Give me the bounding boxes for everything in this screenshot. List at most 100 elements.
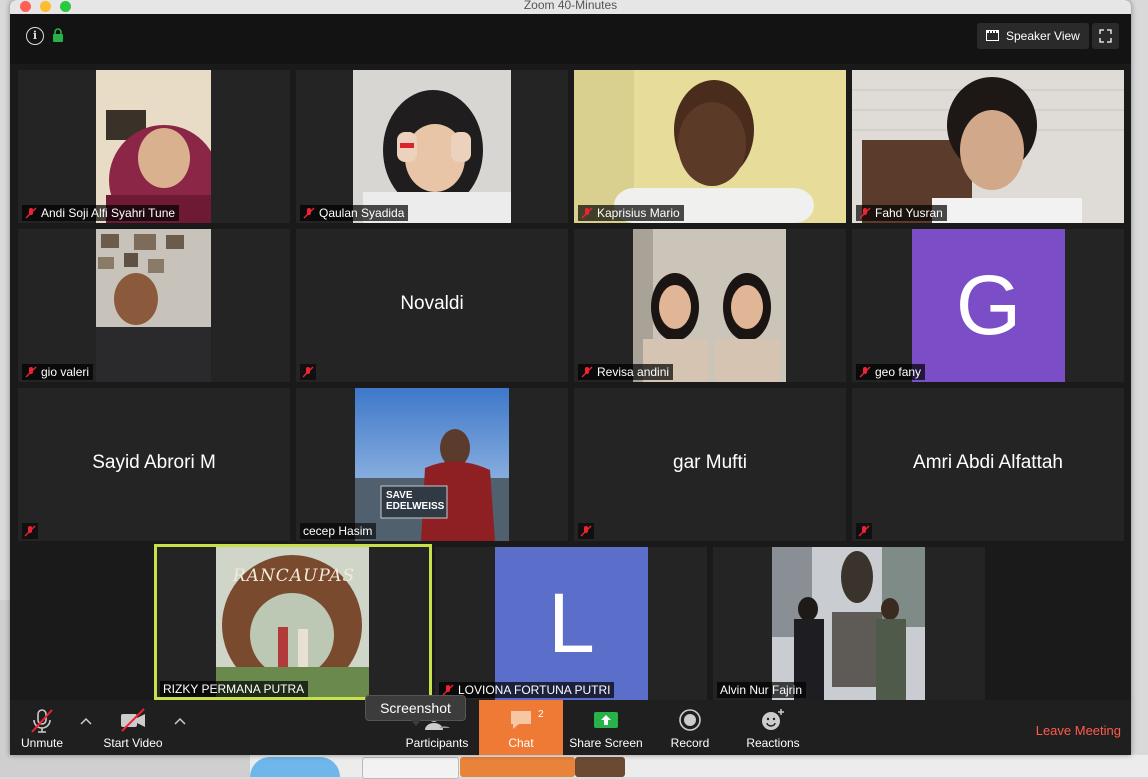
dock-app-icon[interactable]	[250, 757, 340, 777]
muted-indicator	[22, 523, 38, 539]
dock-app-icon[interactable]	[460, 757, 575, 777]
video-tile[interactable]: Kaprisius Mario	[574, 70, 846, 223]
participant-video	[96, 70, 211, 223]
speaker-view-label: Speaker View	[1006, 29, 1080, 43]
grid-view-icon	[986, 30, 999, 41]
video-tile[interactable]: Sayid Abrori M	[18, 388, 290, 541]
avatar: L	[495, 547, 648, 700]
meeting-info-icon[interactable]: i	[26, 27, 44, 45]
share-screen-button[interactable]: Share Screen	[566, 700, 646, 755]
arch-text: RANCAUPAS	[232, 566, 356, 586]
share-screen-label: Share Screen	[569, 736, 643, 750]
muted-mic-icon	[859, 207, 871, 219]
record-button[interactable]: Record	[660, 700, 720, 755]
meeting-controls-toolbar: Unmute Start Video 15 Participants 2	[10, 700, 1131, 755]
participant-name: gio valeri	[41, 365, 90, 379]
muted-indicator	[856, 523, 872, 539]
unmute-button[interactable]: Unmute	[16, 700, 68, 755]
video-tile[interactable]: gar Mufti	[574, 388, 846, 541]
video-tile-active-speaker[interactable]: RANCAUPAS RIZKY PERMANA PUTRA	[154, 544, 432, 700]
muted-mic-icon	[302, 366, 314, 378]
video-tile[interactable]: G geo fany	[852, 229, 1124, 382]
video-tile[interactable]: L LOVIONA FORTUNA PUTRI	[435, 547, 707, 700]
dock-app-icon[interactable]	[362, 757, 459, 779]
muted-mic-icon	[303, 207, 315, 219]
participant-name: cecep Hasim	[303, 524, 373, 538]
participant-name: RIZKY PERMANA PUTRA	[163, 682, 305, 696]
video-tile[interactable]: Alvin Nur Fajrin	[713, 547, 985, 700]
unmute-label: Unmute	[20, 736, 64, 750]
video-off-icon	[121, 708, 145, 732]
reactions-button[interactable]: Reactions	[740, 700, 806, 755]
fullscreen-button[interactable]	[1092, 23, 1119, 49]
participant-display-name: gar Mufti	[673, 452, 747, 473]
muted-indicator	[300, 364, 316, 380]
muted-mic-icon	[858, 525, 870, 537]
dock-app-icon[interactable]	[575, 757, 625, 777]
participant-name-tag: Fahd Yusran	[856, 205, 947, 221]
participant-display-name: Novaldi	[400, 293, 464, 314]
chat-button[interactable]: 2 Chat	[479, 700, 563, 755]
participant-name-tag: Revisa andini	[578, 364, 674, 380]
participant-name-tag: geo fany	[856, 364, 926, 380]
video-tile[interactable]: Amri Abdi Alfattah	[852, 388, 1124, 541]
muted-indicator	[578, 523, 594, 539]
participant-name: geo fany	[875, 365, 922, 379]
leave-meeting-button[interactable]: Leave Meeting	[1036, 723, 1121, 738]
participant-video	[633, 229, 786, 382]
chevron-up-icon[interactable]	[173, 716, 187, 726]
participant-video	[574, 70, 846, 223]
chat-label: Chat	[508, 736, 534, 750]
window-title: Zoom 40-Minutes	[523, 0, 618, 12]
participant-name-tag: RIZKY PERMANA PUTRA	[160, 681, 309, 697]
video-tile[interactable]: Andi Soji Alfi Syahri Tune	[18, 70, 290, 223]
muted-mic-icon	[859, 366, 871, 378]
chevron-up-icon[interactable]	[79, 716, 93, 726]
participant-name: Fahd Yusran	[875, 206, 943, 220]
lock-icon[interactable]	[52, 28, 64, 42]
chat-badge: 2	[538, 709, 544, 720]
participant-name: Qaulan Syadida	[319, 206, 405, 220]
record-icon	[679, 709, 701, 731]
muted-mic-icon	[580, 525, 592, 537]
participant-name-tag: Andi Soji Alfi Syahri Tune	[22, 205, 180, 221]
participant-name-tag: gio valeri	[22, 364, 94, 380]
participant-video	[353, 70, 511, 223]
start-video-button[interactable]: Start Video	[98, 700, 168, 755]
tooltip: Screenshot	[365, 695, 466, 726]
start-video-label: Start Video	[103, 736, 163, 750]
smiley-plus-icon	[762, 709, 784, 730]
participant-name: Andi Soji Alfi Syahri Tune	[41, 206, 176, 220]
participant-video	[772, 547, 925, 700]
muted-mic-icon	[25, 366, 37, 378]
video-tile[interactable]: gio valeri	[18, 229, 290, 382]
participant-name-tag: Alvin Nur Fajrin	[717, 682, 807, 698]
title-bar: Zoom 40-Minutes	[10, 0, 1131, 15]
muted-mic-icon	[31, 709, 53, 733]
video-tile[interactable]: Fahd Yusran	[852, 70, 1124, 223]
avatar: G	[912, 229, 1065, 382]
sign-text: SAVE EDELWEISS	[386, 490, 445, 512]
video-tile[interactable]: SAVE EDELWEISS cecep Hasim	[296, 388, 568, 541]
chat-bubble-icon	[511, 711, 531, 729]
video-tile[interactable]: Novaldi	[296, 229, 568, 382]
share-screen-icon	[594, 712, 618, 728]
participant-video	[96, 229, 211, 382]
participants-label: Participants	[405, 736, 469, 750]
fullscreen-icon	[1099, 29, 1112, 43]
participant-display-name: Sayid Abrori M	[92, 452, 216, 473]
video-tile[interactable]: Revisa andini	[574, 229, 846, 382]
participant-name: LOVIONA FORTUNA PUTRI	[458, 683, 611, 697]
muted-mic-icon	[581, 207, 593, 219]
video-tile[interactable]: Qaulan Syadida	[296, 70, 568, 223]
muted-mic-icon	[25, 207, 37, 219]
speaker-view-button[interactable]: Speaker View	[977, 23, 1089, 49]
participant-display-name: Amri Abdi Alfattah	[913, 452, 1063, 473]
meeting-top-bar: i Speaker View	[10, 14, 1131, 64]
participant-name-tag: cecep Hasim	[300, 523, 377, 539]
participant-name-tag: Kaprisius Mario	[578, 205, 684, 221]
muted-mic-icon	[581, 366, 593, 378]
reactions-label: Reactions	[746, 736, 800, 750]
zoom-window: Zoom 40-Minutes i Speaker View Andi Soji…	[10, 0, 1131, 755]
participant-video	[355, 388, 509, 541]
